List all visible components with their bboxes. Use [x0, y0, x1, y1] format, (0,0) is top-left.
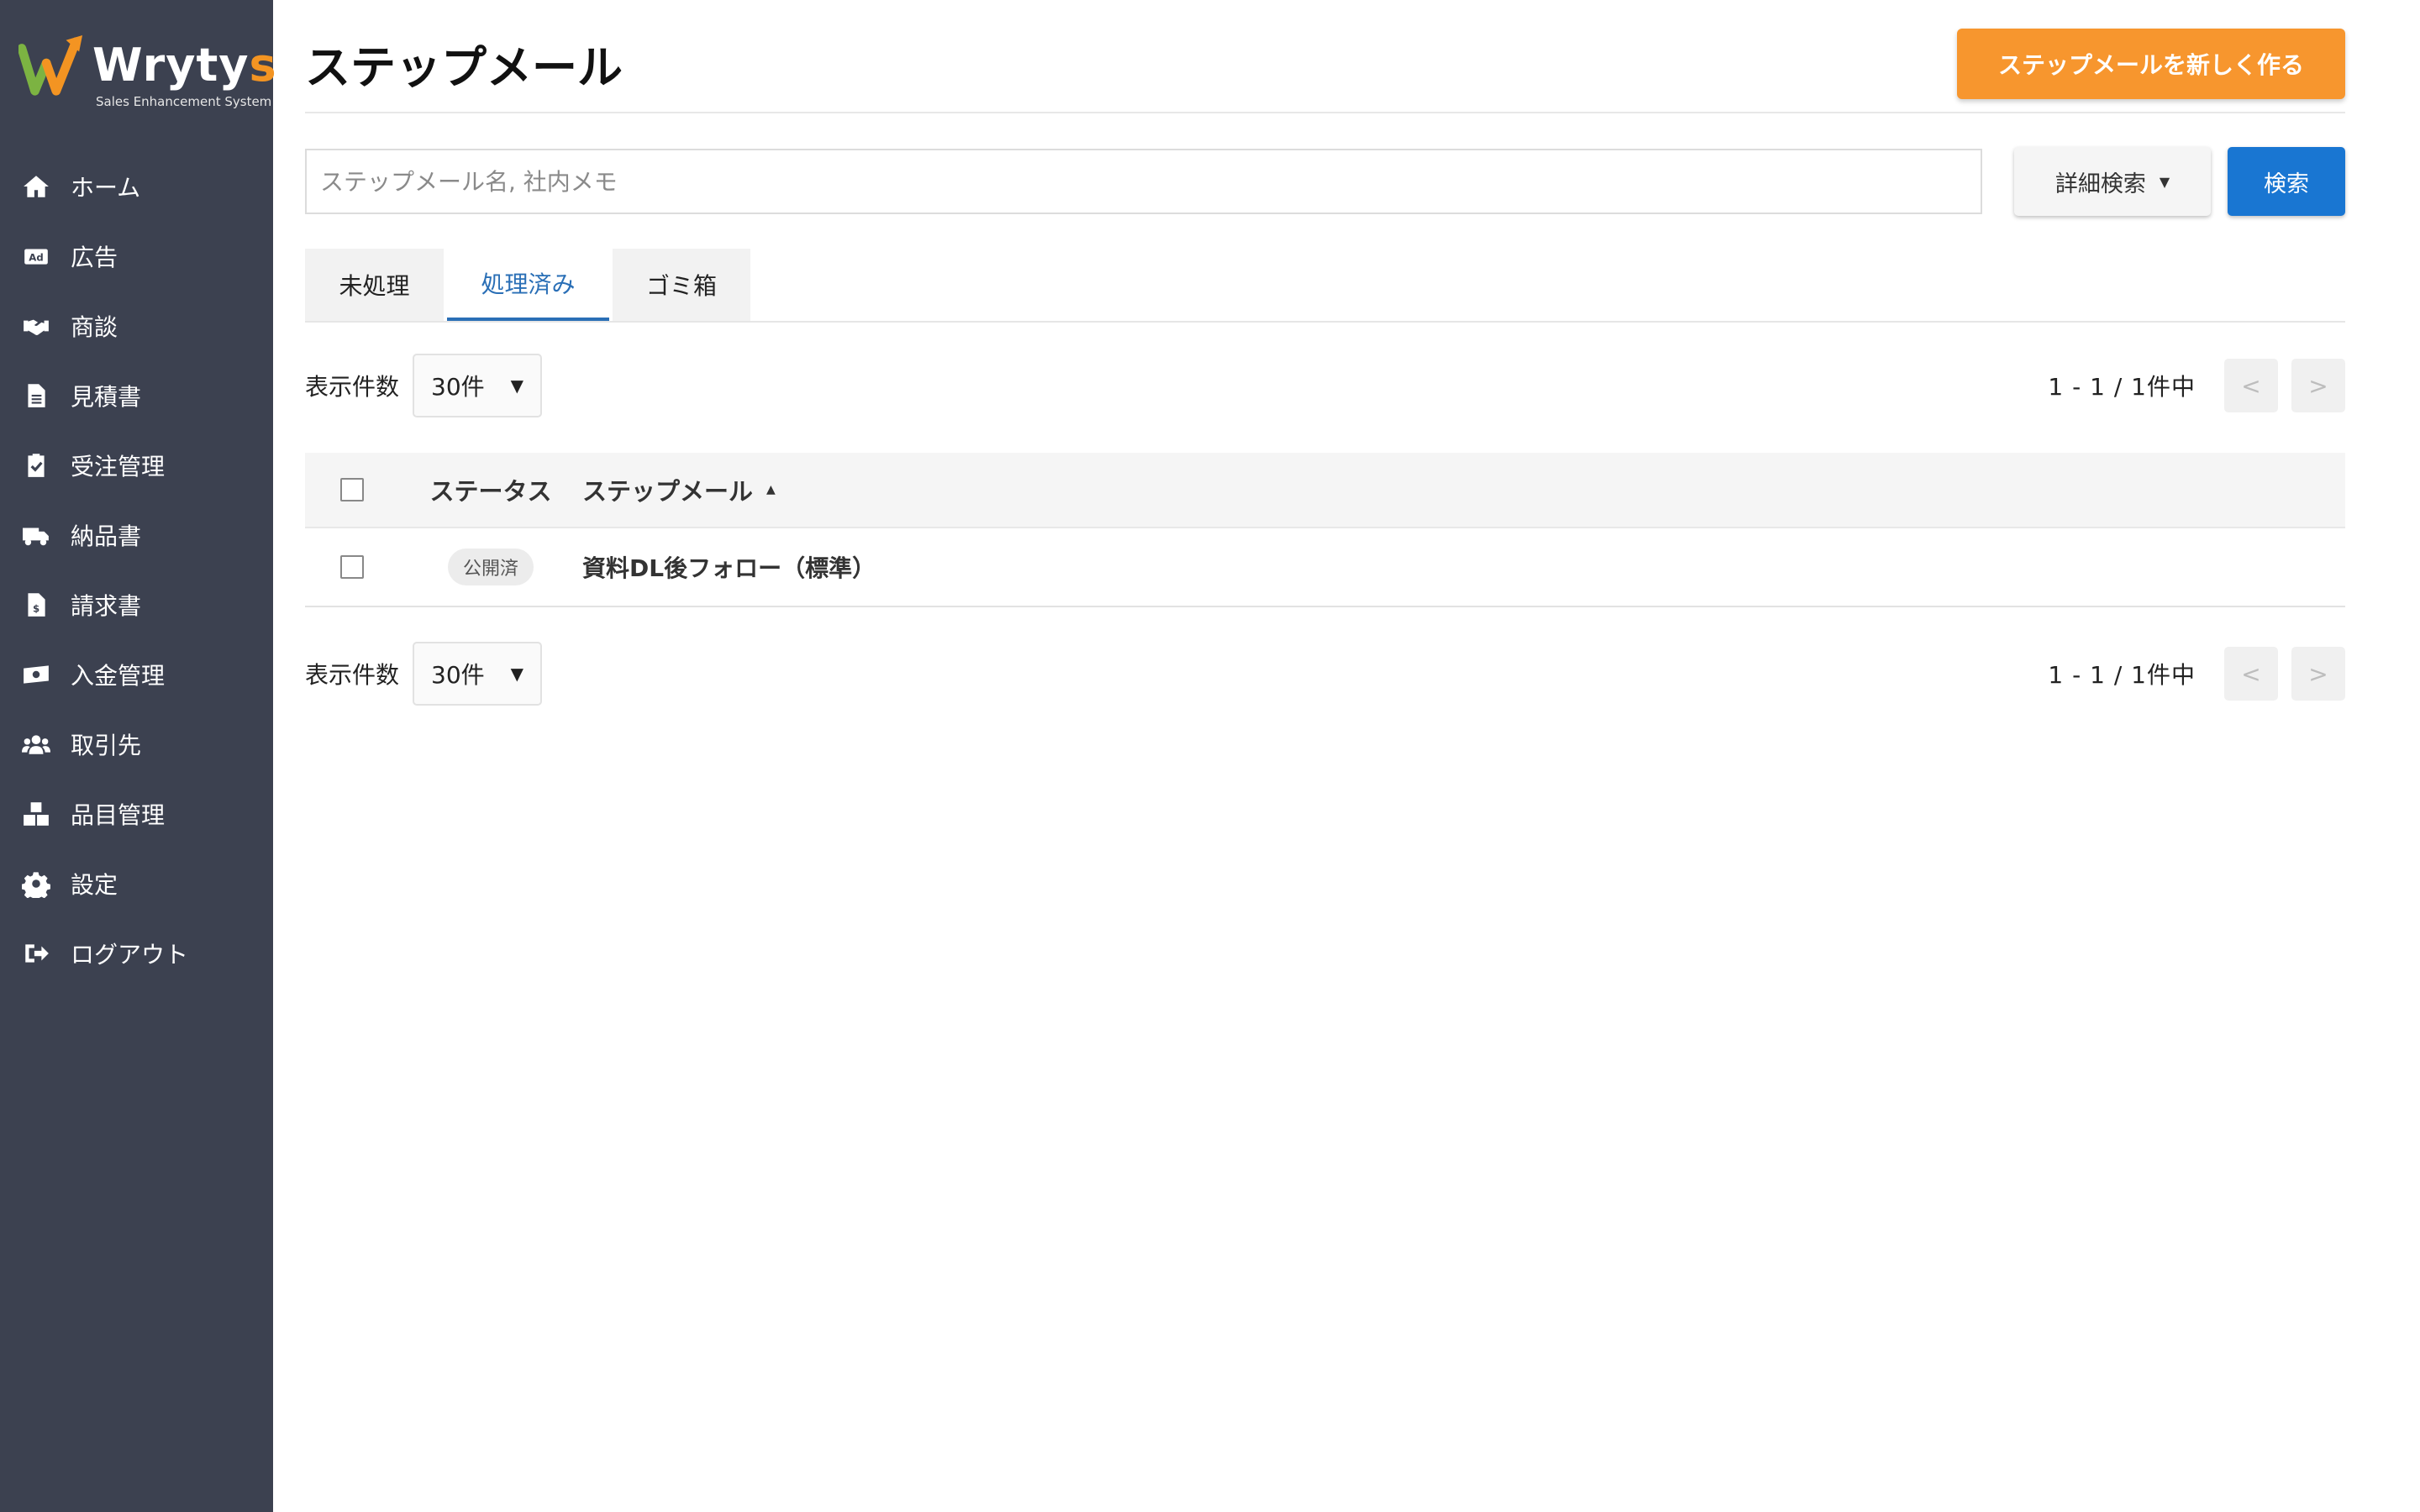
pagination: 1 - 1 / 1件中 < >: [2048, 359, 2345, 412]
sidebar-item-label: 商談: [71, 312, 118, 341]
status-badge: 公開済: [447, 549, 534, 585]
svg-text:Ad: Ad: [29, 251, 43, 263]
boxes-icon: [20, 798, 52, 830]
document-icon: [20, 380, 52, 412]
prev-page-button[interactable]: <: [2224, 647, 2278, 701]
gear-icon: [20, 868, 52, 900]
sidebar-item-label: 見積書: [71, 382, 142, 411]
sidebar-item-label: 受注管理: [71, 452, 166, 480]
advanced-search-button[interactable]: 詳細検索 ▼: [2014, 147, 2211, 216]
sidebar-item-label: 品目管理: [71, 801, 166, 829]
tab-divider: [305, 321, 2345, 323]
status-tabs: 未処理 処理済み ゴミ箱: [305, 249, 754, 321]
prev-page-button[interactable]: <: [2224, 359, 2278, 412]
sort-asc-icon[interactable]: ▲: [766, 483, 776, 496]
per-page-value: 30件: [431, 661, 485, 689]
sidebar-item-quotes[interactable]: 見積書: [0, 360, 273, 430]
per-page-control-bottom: 表示件数 30件 ▼: [305, 642, 543, 706]
brand-tagline: Sales Enhancement System: [96, 94, 272, 109]
sidebar-item-label: 請求書: [71, 591, 142, 620]
home-icon: [20, 171, 52, 202]
sidebar-item-delivery[interactable]: 納品書: [0, 500, 273, 570]
brand-logo[interactable]: Wrytys Sales Enhancement System: [18, 34, 276, 113]
per-page-label: 表示件数: [305, 373, 400, 401]
chevron-down-icon: ▼: [510, 375, 524, 396]
tab-processed[interactable]: 処理済み: [447, 249, 609, 321]
logo-w-icon: [18, 34, 83, 96]
per-page-select[interactable]: 30件 ▼: [413, 354, 543, 417]
users-icon: [20, 728, 52, 760]
sidebar-item-orders[interactable]: 受注管理: [0, 430, 273, 500]
sidebar: Wrytys Sales Enhancement System ホーム Ad 広…: [0, 0, 276, 1512]
sidebar-item-logout[interactable]: ログアウト: [0, 918, 273, 988]
sidebar-item-label: 設定: [71, 870, 118, 899]
sidebar-item-ads[interactable]: Ad 広告: [0, 221, 273, 291]
sidebar-nav: ホーム Ad 広告 商談 見積書 受注管理 納品書 $ 請求書 入金管理 取引先…: [0, 151, 273, 988]
search-button[interactable]: 検索: [2228, 147, 2345, 216]
tab-unprocessed[interactable]: 未処理: [305, 249, 444, 321]
sidebar-item-home[interactable]: ホーム: [0, 151, 273, 221]
next-page-button[interactable]: >: [2291, 647, 2345, 701]
pagination-bottom: 1 - 1 / 1件中 < >: [2048, 647, 2345, 701]
column-header-status[interactable]: ステータス: [429, 472, 551, 507]
sidebar-item-deals[interactable]: 商談: [0, 291, 273, 360]
sidebar-item-label: 広告: [71, 243, 118, 271]
svg-text:$: $: [33, 602, 39, 614]
sidebar-item-payments[interactable]: 入金管理: [0, 639, 273, 709]
chevron-down-icon: ▼: [510, 664, 524, 684]
table-row[interactable]: 公開済 資料DL後フォロー（標準）: [305, 528, 2345, 607]
pagination-summary: 1 - 1 / 1件中: [2048, 661, 2196, 689]
advanced-search-label: 詳細検索: [2054, 171, 2146, 197]
create-step-mail-button[interactable]: ステップメールを新しく作る: [1957, 29, 2345, 99]
search-input[interactable]: [305, 149, 1982, 214]
row-checkbox[interactable]: [340, 555, 364, 579]
handshake-icon: [20, 310, 52, 342]
select-all-checkbox[interactable]: [340, 478, 364, 501]
table-header: ステータス ステップメール ▲: [305, 453, 2345, 528]
sidebar-item-label: 納品書: [71, 522, 142, 550]
sidebar-item-label: 取引先: [71, 731, 142, 759]
sidebar-item-settings[interactable]: 設定: [0, 848, 273, 918]
sidebar-item-label: 入金管理: [71, 661, 166, 690]
step-mail-table: ステータス ステップメール ▲ 公開済 資料DL後フォロー（標準）: [305, 453, 2345, 607]
pagination-summary: 1 - 1 / 1件中: [2048, 373, 2196, 401]
clipboard-check-icon: [20, 449, 52, 481]
brand-name: Wrytys: [92, 39, 277, 92]
logout-icon: [20, 937, 52, 969]
truck-icon: [20, 519, 52, 551]
tab-trash[interactable]: ゴミ箱: [613, 249, 750, 321]
money-icon: [20, 659, 52, 690]
per-page-control: 表示件数 30件 ▼: [305, 354, 543, 417]
sidebar-item-products[interactable]: 品目管理: [0, 779, 273, 848]
step-mail-name-link[interactable]: 資料DL後フォロー（標準）: [582, 550, 876, 584]
sidebar-item-invoices[interactable]: $ 請求書: [0, 570, 273, 639]
next-page-button[interactable]: >: [2291, 359, 2345, 412]
column-header-name[interactable]: ステップメール: [582, 472, 753, 507]
per-page-select[interactable]: 30件 ▼: [413, 642, 543, 706]
per-page-label: 表示件数: [305, 661, 400, 689]
caret-down-icon: ▼: [2159, 173, 2170, 190]
page-title: ステップメール: [305, 41, 623, 94]
invoice-icon: $: [20, 589, 52, 621]
sidebar-item-clients[interactable]: 取引先: [0, 709, 273, 779]
ad-icon: Ad: [20, 240, 52, 272]
per-page-value: 30件: [431, 373, 485, 401]
sidebar-item-label: ホーム: [71, 173, 141, 202]
title-divider: [305, 112, 2345, 113]
sidebar-item-label: ログアウト: [71, 940, 189, 969]
